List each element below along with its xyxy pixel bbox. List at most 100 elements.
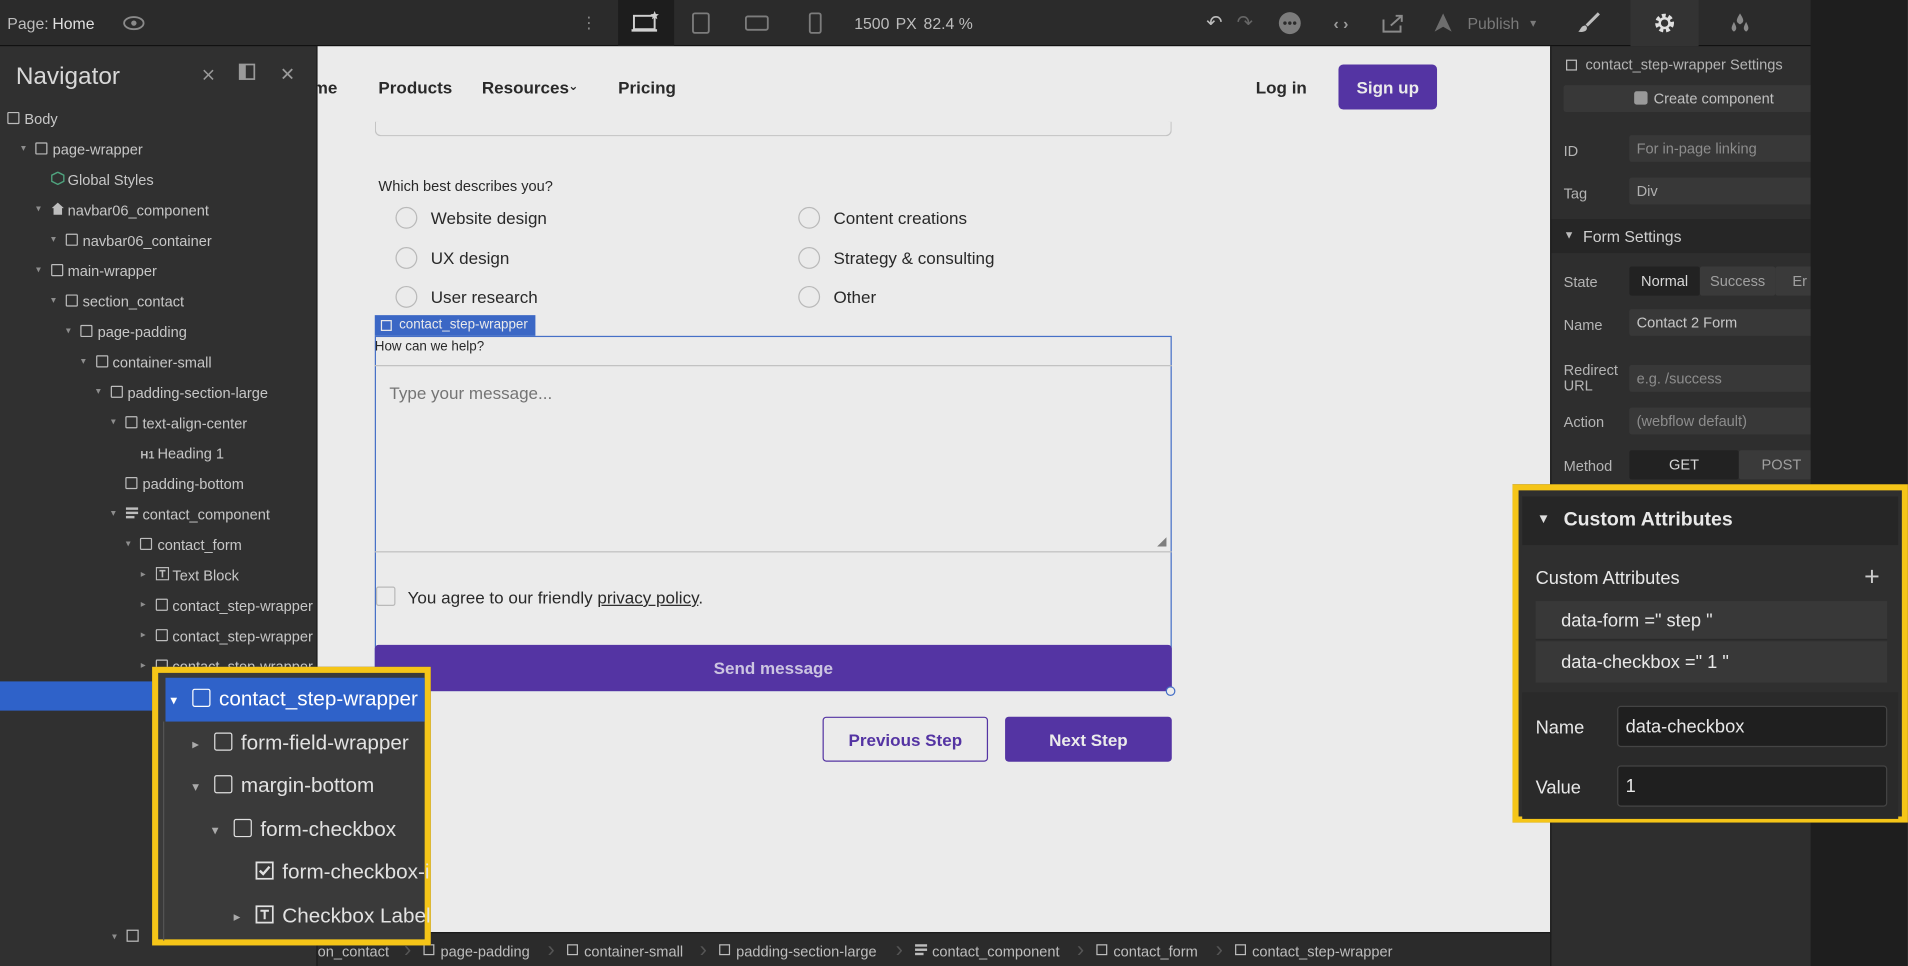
eye-icon[interactable] xyxy=(122,11,146,35)
navigator-item[interactable]: ▸ Text Block xyxy=(0,561,316,590)
navigator-item[interactable]: ▾ contact_form xyxy=(0,531,316,560)
state-normal-button[interactable]: Normal xyxy=(1629,266,1700,296)
mobile-landscape-icon[interactable] xyxy=(744,11,769,35)
tree-toggle-icon[interactable]: ▾ xyxy=(51,234,56,245)
navigator-zoom-item[interactable]: ▾ form-checkbox xyxy=(165,807,424,851)
radio-button[interactable] xyxy=(395,247,418,269)
collapse-all-icon[interactable]: ⨯ xyxy=(201,63,216,85)
tree-toggle-icon[interactable]: ▾ xyxy=(96,386,101,397)
tree-toggle-icon[interactable]: ▾ xyxy=(36,264,41,275)
tree-toggle-icon[interactable]: ▾ xyxy=(192,779,199,795)
tree-toggle-icon[interactable]: ▸ xyxy=(141,568,146,579)
settings-tab[interactable] xyxy=(1630,0,1699,47)
publish-chevron-down-icon[interactable]: ▾ xyxy=(1521,11,1545,35)
more-vertical-icon[interactable]: ⋮ xyxy=(577,11,601,35)
message-textarea[interactable]: Type your message... xyxy=(374,365,1172,553)
navigator-item[interactable]: ▸ contact_step-wrapper xyxy=(0,622,316,651)
attribute-value-input[interactable]: 1 xyxy=(1617,765,1888,807)
navigator-item[interactable]: Body xyxy=(0,105,316,134)
nav-link-pricing[interactable]: Pricing xyxy=(618,78,676,97)
action-input[interactable]: (webflow default) xyxy=(1629,407,1811,435)
radio-button[interactable] xyxy=(798,206,821,229)
next-step-button[interactable]: Next Step xyxy=(1005,716,1172,762)
navigator-zoom-item[interactable]: ▸ Checkbox Label xyxy=(165,894,431,938)
tree-toggle-icon[interactable]: ▾ xyxy=(81,355,86,366)
style-brush-icon[interactable] xyxy=(1577,11,1601,35)
navigator-item[interactable]: ▾ container-small xyxy=(0,348,316,377)
undo-icon[interactable]: ↶ xyxy=(1202,11,1226,35)
tree-toggle-icon[interactable]: ▾ xyxy=(212,822,219,838)
navigator-item[interactable]: H1 Heading 1 xyxy=(0,439,316,468)
method-post-button[interactable]: POST xyxy=(1738,450,1811,480)
navigator-item[interactable]: ▾ navbar06_container xyxy=(0,226,316,255)
comments-icon[interactable] xyxy=(1278,11,1302,35)
navigator-item[interactable]: ▾ navbar06_component xyxy=(0,196,316,225)
breadcrumb-item[interactable]: on_contact xyxy=(318,943,389,960)
send-message-button[interactable]: Send message xyxy=(374,644,1172,692)
navigator-item[interactable]: ▾ page-wrapper xyxy=(0,135,316,164)
attribute-name-input[interactable]: data-checkbox xyxy=(1617,705,1888,748)
nav-link-home[interactable]: me xyxy=(318,78,338,97)
method-get-button[interactable]: GET xyxy=(1629,450,1739,480)
nav-link-products[interactable]: Products xyxy=(378,78,452,97)
state-success-button[interactable]: Success xyxy=(1699,266,1776,296)
navigator-item[interactable]: Global Styles xyxy=(0,165,316,194)
login-link[interactable]: Log in xyxy=(1256,78,1307,97)
tree-toggle-icon[interactable]: ▾ xyxy=(126,538,131,549)
publish-button[interactable]: Publish xyxy=(1467,15,1519,33)
tree-toggle-icon[interactable]: ▸ xyxy=(141,629,146,640)
id-input[interactable]: For in-page linking xyxy=(1629,135,1811,162)
tree-toggle-icon[interactable]: ▾ xyxy=(170,692,177,709)
navigator-zoom-item[interactable]: form-checkbox-i xyxy=(165,851,429,895)
state-error-button[interactable]: Er xyxy=(1775,266,1811,296)
tree-toggle-icon[interactable]: ▾ xyxy=(51,294,56,305)
tree-toggle-icon[interactable]: ▾ xyxy=(21,142,26,153)
navigator-item[interactable]: ▾ text-align-center xyxy=(0,409,316,438)
close-icon[interactable]: ✕ xyxy=(280,63,295,85)
agree-checkbox[interactable] xyxy=(375,586,396,606)
navigator-item[interactable]: ▾ contact_component xyxy=(0,500,316,529)
breadcrumb-item[interactable]: contact_step-wrapper xyxy=(1235,943,1393,960)
outline-resize-handle[interactable] xyxy=(1165,686,1176,697)
navigator-item[interactable]: ▾ page-padding xyxy=(0,318,316,347)
create-component-button[interactable]: Create component xyxy=(1563,85,1811,112)
signup-button[interactable]: Sign up xyxy=(1338,64,1438,110)
nav-link-resources[interactable]: Resources xyxy=(482,78,569,97)
tree-toggle-icon[interactable]: ▸ xyxy=(141,599,146,610)
privacy-policy-link[interactable]: privacy policy xyxy=(597,588,698,607)
tag-select[interactable]: Div xyxy=(1629,177,1811,205)
radio-button[interactable] xyxy=(798,247,821,269)
navigator-item[interactable]: padding-bottom xyxy=(0,470,316,499)
breadcrumb-item[interactable]: contact_component xyxy=(915,943,1060,960)
breadcrumb-item[interactable]: container-small xyxy=(567,943,683,960)
redo-icon[interactable]: ↷ xyxy=(1233,11,1257,35)
radio-button[interactable] xyxy=(395,206,418,229)
breadcrumb-item[interactable]: contact_form xyxy=(1096,943,1198,960)
navigator-item[interactable]: ▾ padding-section-large xyxy=(0,378,316,407)
form-name-input[interactable]: Contact 2 Form xyxy=(1629,309,1811,336)
previous-step-button[interactable]: Previous Step xyxy=(822,716,989,762)
tree-toggle-icon[interactable]: ▸ xyxy=(192,736,199,752)
desktop-breakpoint-button[interactable] xyxy=(618,0,675,47)
selected-element-tag[interactable]: contact_step-wrapper xyxy=(374,315,536,336)
navigator-item[interactable]: ▾ main-wrapper xyxy=(0,257,316,286)
tree-toggle-icon[interactable]: ▸ xyxy=(234,908,241,925)
code-icon[interactable]: ‹ › xyxy=(1329,11,1353,35)
tree-toggle-icon[interactable]: ▾ xyxy=(36,203,41,214)
navigator-zoom-item[interactable]: ▸ form-field-wrapper xyxy=(165,721,424,765)
redirect-url-input[interactable]: e.g. /success xyxy=(1629,365,1811,392)
interactions-drops-icon[interactable] xyxy=(1728,11,1752,35)
publish-rocket-icon[interactable] xyxy=(1431,11,1455,35)
add-attribute-icon[interactable]: + xyxy=(1864,561,1880,593)
tree-toggle-icon[interactable]: ▾ xyxy=(111,416,116,427)
attribute-row-checkbox[interactable]: data-checkbox =" 1 " xyxy=(1535,641,1888,683)
resize-handle-icon[interactable]: ◢ xyxy=(1157,535,1166,548)
navigator-zoom-item[interactable]: ▾ contact_step-wrapper xyxy=(165,677,425,722)
tree-toggle-icon[interactable]: ▾ xyxy=(111,507,116,518)
tree-toggle-icon[interactable]: ▸ xyxy=(141,660,146,671)
navigator-zoom-item[interactable]: ▾ margin-bottom xyxy=(165,764,424,808)
navigator-item[interactable]: ▾ section_contact xyxy=(0,287,316,316)
tablet-icon[interactable] xyxy=(689,11,713,35)
radio-button[interactable] xyxy=(395,285,418,308)
navigator-item[interactable]: ▸ contact_step-wrapper xyxy=(0,591,316,620)
